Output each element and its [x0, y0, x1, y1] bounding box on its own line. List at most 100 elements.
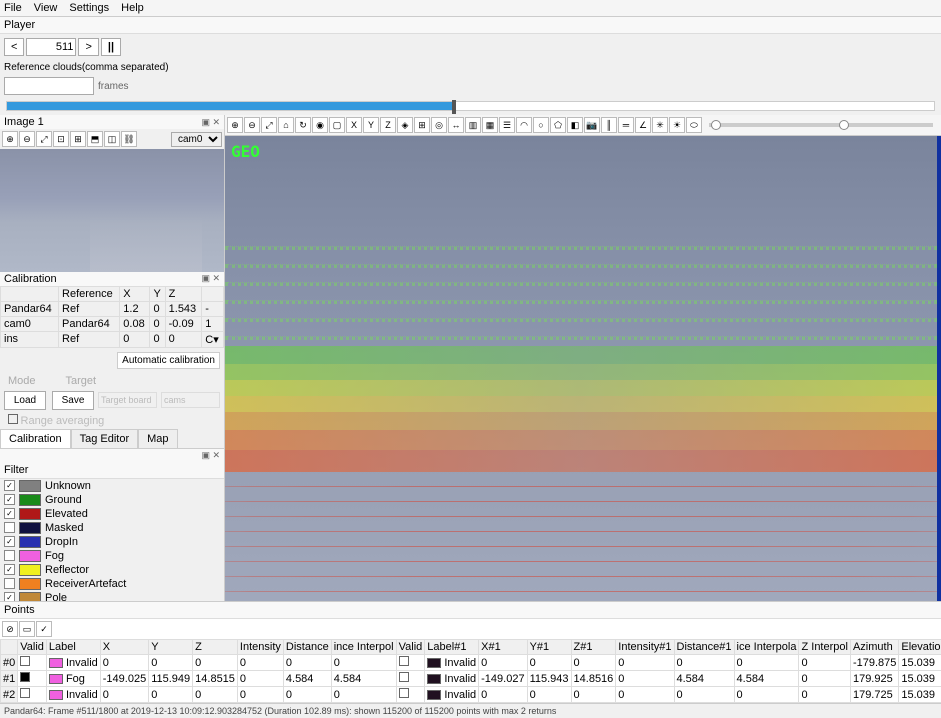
- dock-controls-icon[interactable]: ▣ ✕: [201, 450, 220, 461]
- points-check-icon[interactable]: ✓: [36, 621, 52, 637]
- rotate-mode-icon[interactable]: ↻: [295, 117, 311, 133]
- menu-help[interactable]: Help: [121, 2, 144, 14]
- table-row[interactable]: cam0Pandar640.080-0.091: [1, 316, 224, 331]
- eraser-icon[interactable]: ◧: [567, 117, 583, 133]
- sun-icon[interactable]: ☀: [669, 117, 685, 133]
- filter-item[interactable]: Fog: [0, 549, 224, 563]
- angle-icon[interactable]: ∠: [635, 117, 651, 133]
- table-row[interactable]: Pandar64Ref1.201.543-: [1, 301, 224, 316]
- filter-checkbox[interactable]: [4, 480, 15, 491]
- column-header[interactable]: Y: [149, 640, 193, 655]
- layers-icon[interactable]: ☰: [499, 117, 515, 133]
- column-header[interactable]: Valid: [396, 640, 425, 655]
- zoom-out-icon[interactable]: ⊖: [19, 131, 35, 147]
- ruler-h-icon[interactable]: ═: [618, 117, 634, 133]
- filter-item[interactable]: Unknown: [0, 479, 224, 493]
- building-icon[interactable]: ▥: [465, 117, 481, 133]
- filter-checkbox[interactable]: [4, 564, 15, 575]
- column-header[interactable]: Distance: [283, 640, 331, 655]
- prev-frame-button[interactable]: <: [4, 38, 24, 56]
- lasso-icon[interactable]: ◠: [516, 117, 532, 133]
- column-header[interactable]: Label#1: [425, 640, 479, 655]
- column-header[interactable]: Intensity#1: [616, 640, 674, 655]
- column-header[interactable]: Y#1: [527, 640, 571, 655]
- save-button[interactable]: Save: [52, 391, 94, 410]
- pause-button[interactable]: ||: [101, 38, 121, 56]
- tab-tag-editor[interactable]: Tag Editor: [71, 429, 139, 448]
- table-row[interactable]: #0 Invalid000000 Invalid0000000-179.8751…: [1, 655, 941, 671]
- dock-controls-icon[interactable]: ▣ ✕: [201, 273, 220, 284]
- menu-view[interactable]: View: [34, 2, 58, 14]
- ellipse-icon[interactable]: ⬭: [686, 117, 702, 133]
- filter-item[interactable]: DropIn: [0, 535, 224, 549]
- load-button[interactable]: Load: [4, 391, 46, 410]
- filter-checkbox[interactable]: [4, 522, 15, 533]
- zoom-in-icon[interactable]: ⊕: [2, 131, 18, 147]
- column-header[interactable]: Elevation: [899, 640, 941, 655]
- timeline-slider[interactable]: [6, 101, 935, 111]
- zoom-in-icon[interactable]: ⊕: [227, 117, 243, 133]
- polygon-select-icon[interactable]: ⬠: [550, 117, 566, 133]
- measure-h-icon[interactable]: ↔: [448, 117, 464, 133]
- table-row[interactable]: #1 Fog-149.025115.94914.851504.5844.584 …: [1, 671, 941, 687]
- z-axis-icon[interactable]: Z: [380, 117, 396, 133]
- zoom-actual-icon[interactable]: ⊡: [53, 131, 69, 147]
- zoom-out-icon[interactable]: ⊖: [244, 117, 260, 133]
- image1-preview[interactable]: [0, 149, 224, 272]
- points-select-icon[interactable]: ▭: [19, 621, 35, 637]
- filter-item[interactable]: Reflector: [0, 563, 224, 577]
- next-frame-button[interactable]: >: [78, 38, 98, 56]
- table-row[interactable]: insRef000C▾: [1, 331, 224, 347]
- column-header[interactable]: Label: [46, 640, 100, 655]
- x-axis-icon[interactable]: X: [346, 117, 362, 133]
- auto-calibration-button[interactable]: Automatic calibration: [117, 352, 220, 369]
- menu-settings[interactable]: Settings: [69, 2, 109, 14]
- menu-file[interactable]: File: [4, 2, 22, 14]
- link-icon[interactable]: ⛓: [121, 131, 137, 147]
- filter-checkbox[interactable]: [4, 592, 15, 601]
- column-header[interactable]: X: [100, 640, 148, 655]
- home-icon[interactable]: ⌂: [278, 117, 294, 133]
- cube-wire-icon[interactable]: ▢: [329, 117, 345, 133]
- opacity-slider[interactable]: [709, 123, 933, 127]
- column-header[interactable]: Z: [193, 640, 238, 655]
- filter-checkbox[interactable]: [4, 550, 15, 561]
- compass-icon[interactable]: ✳: [652, 117, 668, 133]
- column-header[interactable]: Valid: [18, 640, 47, 655]
- marker-icon[interactable]: ⬒: [87, 131, 103, 147]
- tab-calibration[interactable]: Calibration: [0, 429, 71, 448]
- filter-item[interactable]: Masked: [0, 521, 224, 535]
- grid-icon[interactable]: ⊞: [70, 131, 86, 147]
- grid-icon[interactable]: ⊞: [414, 117, 430, 133]
- column-header[interactable]: Distance#1: [674, 640, 734, 655]
- filter-checkbox[interactable]: [4, 494, 15, 505]
- camera-icon[interactable]: ▦: [482, 117, 498, 133]
- cube-solid-icon[interactable]: ◉: [312, 117, 328, 133]
- dock-controls-icon[interactable]: ▣ ✕: [201, 117, 220, 128]
- slider-handle[interactable]: [711, 120, 721, 130]
- timeline-handle[interactable]: [452, 100, 456, 114]
- snapshot-icon[interactable]: 📷: [584, 117, 600, 133]
- points-table[interactable]: ValidLabelXYZIntensityDistanceince Inter…: [0, 639, 941, 703]
- filter-checkbox[interactable]: [4, 536, 15, 547]
- reference-clouds-input[interactable]: [4, 77, 94, 95]
- column-header[interactable]: X#1: [479, 640, 527, 655]
- frame-number-input[interactable]: [26, 38, 76, 56]
- column-header[interactable]: Z#1: [571, 640, 616, 655]
- slider-handle[interactable]: [839, 120, 849, 130]
- filter-item[interactable]: ReceiverArtefact: [0, 577, 224, 591]
- filter-item[interactable]: Elevated: [0, 507, 224, 521]
- column-header[interactable]: Z Interpol: [799, 640, 850, 655]
- filter-checkbox[interactable]: [4, 578, 15, 589]
- filter-item[interactable]: Pole: [0, 591, 224, 602]
- column-header[interactable]: Intensity: [237, 640, 283, 655]
- crop-icon[interactable]: ◫: [104, 131, 120, 147]
- tab-map[interactable]: Map: [138, 429, 177, 448]
- table-row[interactable]: #2 Invalid000000 Invalid0000000179.72515…: [1, 687, 941, 703]
- 3d-viewport[interactable]: GEO: [225, 136, 941, 601]
- zoom-fit-icon[interactable]: ⤢: [261, 117, 277, 133]
- y-axis-icon[interactable]: Y: [363, 117, 379, 133]
- filter-item[interactable]: Ground: [0, 493, 224, 507]
- column-header[interactable]: ice Interpola: [734, 640, 799, 655]
- circle-select-icon[interactable]: ○: [533, 117, 549, 133]
